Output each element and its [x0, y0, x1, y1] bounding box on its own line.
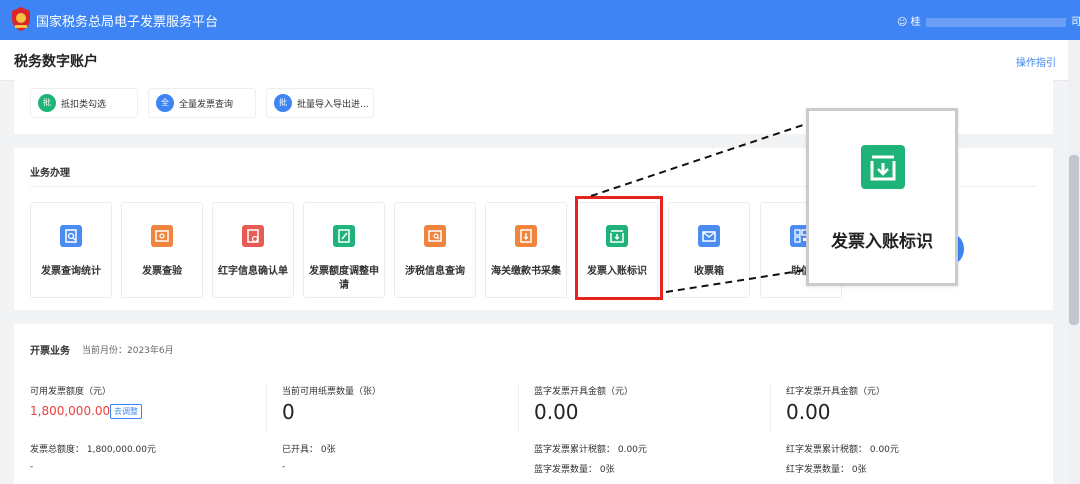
adjust-button[interactable]: 去调整: [110, 404, 142, 419]
available-quota-label: 可用发票额度（元）: [30, 387, 112, 397]
paper-invoice-count-value: 0: [282, 400, 295, 424]
divider: [266, 384, 267, 432]
blue-invoice-count-line: 蓝字发票数量： 0张: [534, 465, 615, 475]
red-tax-total-line: 红字发票累计税额： 0.00元: [786, 445, 899, 455]
blue-invoice-amount-value: 0.00: [534, 400, 579, 424]
red-invoice-count-line: 红字发票数量： 0张: [786, 465, 867, 475]
red-invoice-amount-value: 0.00: [786, 400, 831, 424]
paper-invoice-count-label: 当前可用纸票数量（张）: [282, 387, 382, 397]
divider: [518, 384, 519, 432]
zoom-label: 发票入账标识: [831, 232, 933, 252]
zoom-callout: 发票入账标识: [806, 108, 958, 286]
invoicing-section-title: 开票业务: [30, 346, 70, 357]
issued-count-line: 已开具： 0张: [282, 445, 336, 455]
red-invoice-amount-label: 红字发票开具金额（元）: [786, 387, 886, 397]
col2-line2: -: [282, 462, 286, 472]
current-month: 当前月份：2023年6月: [82, 346, 174, 356]
invoice-accounting-icon: [861, 145, 905, 189]
col1-line2: -: [30, 462, 34, 472]
divider: [770, 384, 771, 432]
total-quota-line: 发票总额度： 1,800,000.00元: [30, 445, 156, 455]
blue-invoice-amount-label: 蓝字发票开具金额（元）: [534, 387, 634, 397]
available-quota-value: 1,800,000.00: [30, 404, 111, 418]
blue-tax-total-line: 蓝字发票累计税额： 0.00元: [534, 445, 647, 455]
